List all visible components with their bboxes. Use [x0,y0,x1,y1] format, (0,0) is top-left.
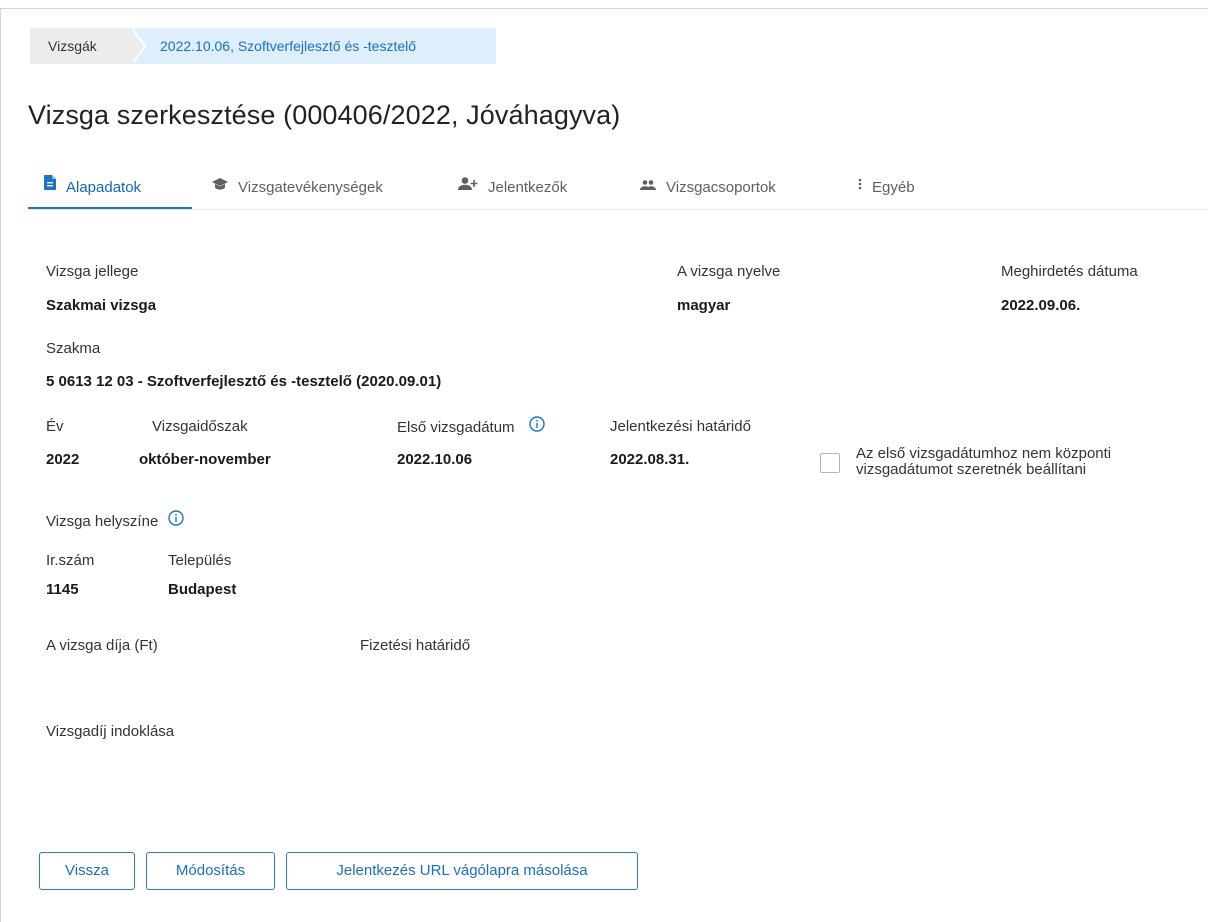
city-label: Település [168,552,232,569]
tab-egyeb[interactable]: Egyéb [858,168,915,208]
year-value: 2022 [46,451,80,468]
info-icon[interactable] [168,510,185,530]
breadcrumb: Vizsgák 2022.10.06, Szoftverfejlesztő és… [30,28,496,64]
breadcrumb-separator [133,28,147,64]
period-value: október-november [139,451,271,468]
breadcrumb-item-vizsgak[interactable]: Vizsgák [30,28,147,64]
tab-divider [28,209,1208,210]
group-icon [640,166,656,206]
deadline-value: 2022.08.31. [610,451,690,468]
profession-label: Szakma [46,340,101,357]
language-label: A vizsga nyelve [677,263,781,280]
tab-label: Vizsgacsoportok [666,179,776,196]
announce-date-label: Meghirdetés dátuma [1001,263,1138,280]
first-date-label: Első vizsgadátum [397,416,545,438]
custom-date-checkbox-label: Az első vizsgadátumhoz nem központi vizs… [856,445,1112,478]
fee-label: A vizsga díja (Ft) [46,637,158,654]
tab-jelentkezok[interactable]: Jelentkezők [458,168,567,208]
year-label: Év [46,418,64,435]
page-title: Vizsga szerkesztése (000406/2022, Jóváha… [28,100,621,130]
exam-type-label: Vizsga jellege [46,263,139,280]
tab-label: Alapadatok [66,179,142,196]
first-date-value: 2022.10.06 [397,451,473,468]
deadline-label: Jelentkezési határidő [610,418,751,435]
tab-alapadatok[interactable]: Alapadatok [44,168,141,208]
city-value: Budapest [168,581,237,598]
breadcrumb-item-current: 2022.10.06, Szoftverfejlesztő és -teszte… [130,28,496,64]
profession-value: 5 0613 12 03 - Szoftverfejlesztő és -tes… [46,373,442,390]
location-label: Vizsga helyszíne [46,510,185,532]
tab-vizsgacsoportok[interactable]: Vizsgacsoportok [640,168,776,208]
info-icon[interactable] [529,416,545,436]
first-date-label-text: Első vizsgadátum [397,418,515,436]
document-icon [44,166,56,206]
zip-label: Ir.szám [46,552,95,569]
modify-button[interactable]: Módosítás [146,852,275,890]
tab-vizsgatevekenysegek[interactable]: Vizsgatevékenységek [212,168,383,208]
announce-date-value: 2022.09.06. [1001,297,1081,314]
fee-reason-label: Vizsgadíj indoklása [46,723,175,740]
language-value: magyar [677,297,731,314]
copy-url-button[interactable]: Jelentkezés URL vágólapra másolása [286,852,638,890]
breadcrumb-label: 2022.10.06, Szoftverfejlesztő és -teszte… [160,38,417,54]
period-label: Vizsgaidőszak [152,418,248,435]
graduation-cap-icon [212,166,228,206]
exam-type-value: Szakmai vizsga [46,297,157,314]
breadcrumb-label: Vizsgák [48,38,97,54]
tab-label: Vizsgatevékenységek [238,179,383,196]
more-vert-icon [858,166,862,206]
payment-deadline-label: Fizetési határidő [360,637,471,654]
back-button[interactable]: Vissza [39,852,135,890]
location-label-text: Vizsga helyszíne [46,512,159,530]
custom-date-checkbox[interactable] [820,453,840,473]
zip-value: 1145 [46,581,79,598]
tab-bar: Alapadatok Vizsgatevékenységek Jelentkez… [28,168,1198,210]
tab-label: Jelentkezők [488,179,568,196]
person-add-icon [458,166,478,206]
tab-label: Egyéb [872,179,915,196]
